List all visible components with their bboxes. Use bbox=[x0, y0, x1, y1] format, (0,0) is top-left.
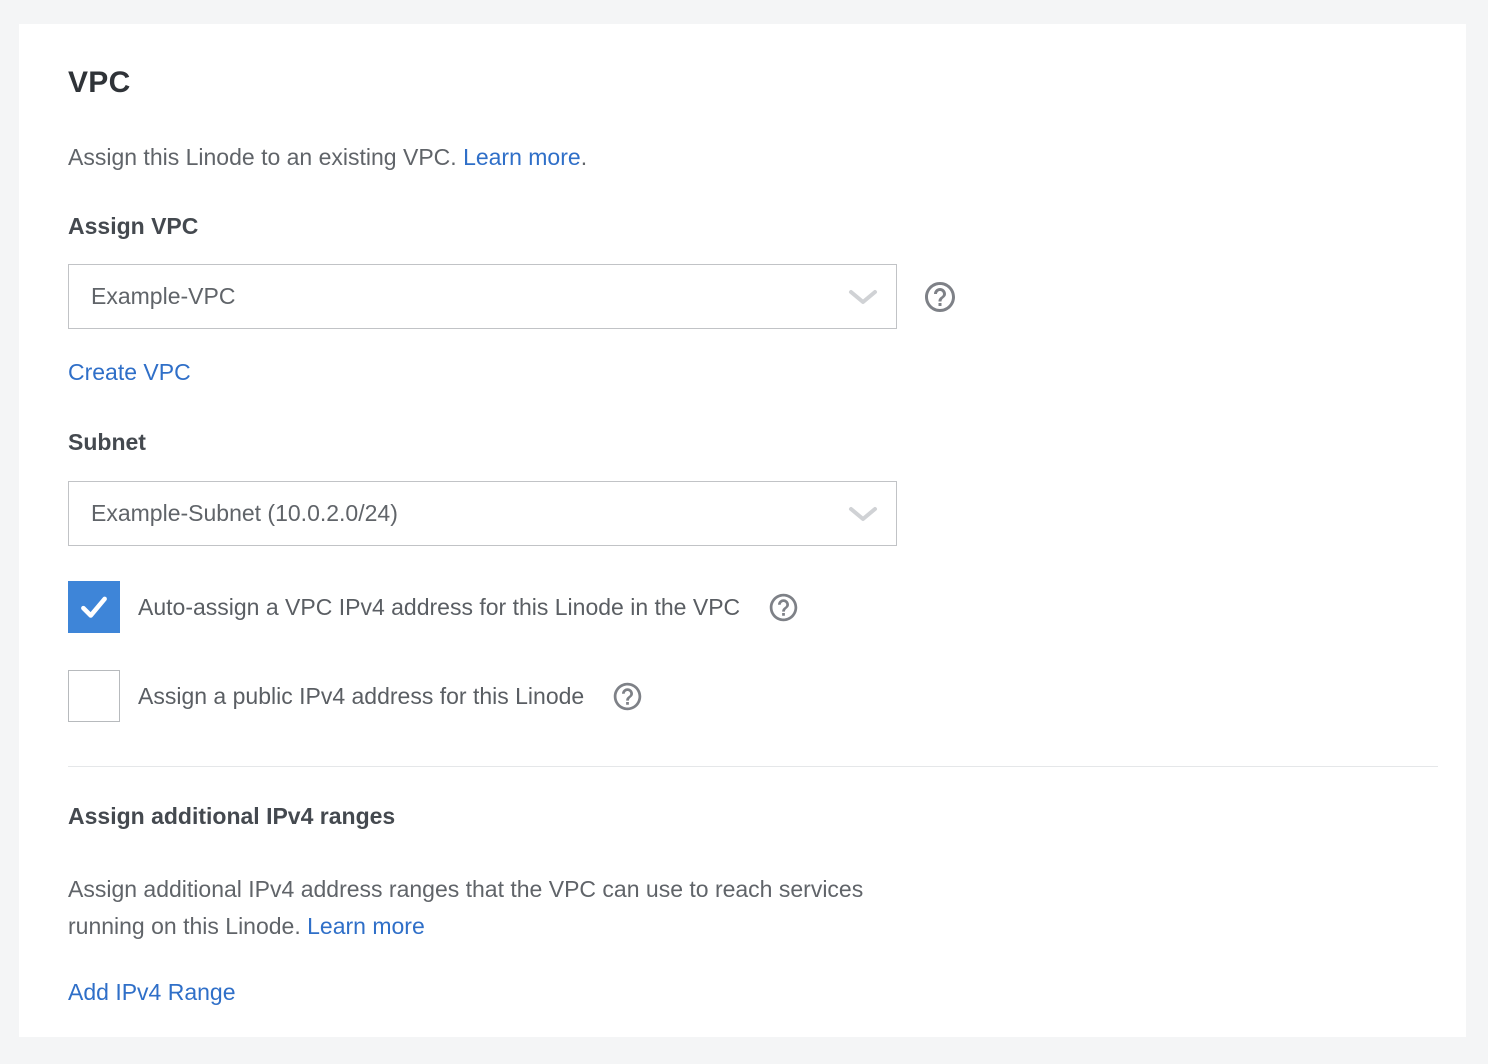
panel-description: Assign this Linode to an existing VPC. L… bbox=[68, 143, 1438, 171]
public-ipv4-checkbox[interactable] bbox=[68, 670, 120, 722]
chevron-down-icon bbox=[848, 289, 878, 305]
learn-more-link[interactable]: Learn more bbox=[463, 144, 581, 170]
public-ipv4-row: Assign a public IPv4 address for this Li… bbox=[68, 670, 1438, 722]
subnet-field-row: Example-Subnet (10.0.2.0/24) bbox=[68, 481, 1438, 546]
add-ipv4-range-link[interactable]: Add IPv4 Range bbox=[68, 978, 236, 1006]
checkmark-icon bbox=[77, 590, 111, 624]
assign-vpc-field-row: Example-VPC bbox=[68, 264, 1438, 329]
assign-vpc-select-value: Example-VPC bbox=[91, 283, 235, 310]
assign-vpc-label: Assign VPC bbox=[68, 212, 1438, 240]
panel-description-text: Assign this Linode to an existing VPC. bbox=[68, 144, 457, 170]
additional-ranges-heading: Assign additional IPv4 ranges bbox=[68, 802, 1438, 830]
auto-assign-ipv4-checkbox[interactable] bbox=[68, 581, 120, 633]
subnet-select[interactable]: Example-Subnet (10.0.2.0/24) bbox=[68, 481, 897, 546]
panel-description-period: . bbox=[581, 144, 587, 170]
subnet-select-value: Example-Subnet (10.0.2.0/24) bbox=[91, 500, 398, 527]
vpc-panel: VPC Assign this Linode to an existing VP… bbox=[19, 24, 1466, 1037]
subnet-label: Subnet bbox=[68, 428, 1438, 456]
assign-vpc-select[interactable]: Example-VPC bbox=[68, 264, 897, 329]
divider bbox=[68, 766, 1438, 767]
public-ipv4-label[interactable]: Assign a public IPv4 address for this Li… bbox=[138, 682, 584, 710]
auto-assign-ipv4-row: Auto-assign a VPC IPv4 address for this … bbox=[68, 581, 1438, 633]
panel-title: VPC bbox=[68, 65, 1438, 101]
auto-assign-ipv4-label[interactable]: Auto-assign a VPC IPv4 address for this … bbox=[138, 593, 740, 621]
additional-ranges-description-text: Assign additional IPv4 address ranges th… bbox=[68, 876, 863, 939]
chevron-down-icon bbox=[848, 506, 878, 522]
assign-vpc-help-icon[interactable] bbox=[922, 279, 958, 315]
additional-ranges-description: Assign additional IPv4 address ranges th… bbox=[68, 871, 868, 945]
public-ipv4-help-icon[interactable] bbox=[611, 680, 644, 713]
auto-assign-ipv4-help-icon[interactable] bbox=[767, 591, 800, 624]
create-vpc-link[interactable]: Create VPC bbox=[68, 358, 191, 386]
additional-ranges-learn-more-link[interactable]: Learn more bbox=[307, 913, 425, 939]
